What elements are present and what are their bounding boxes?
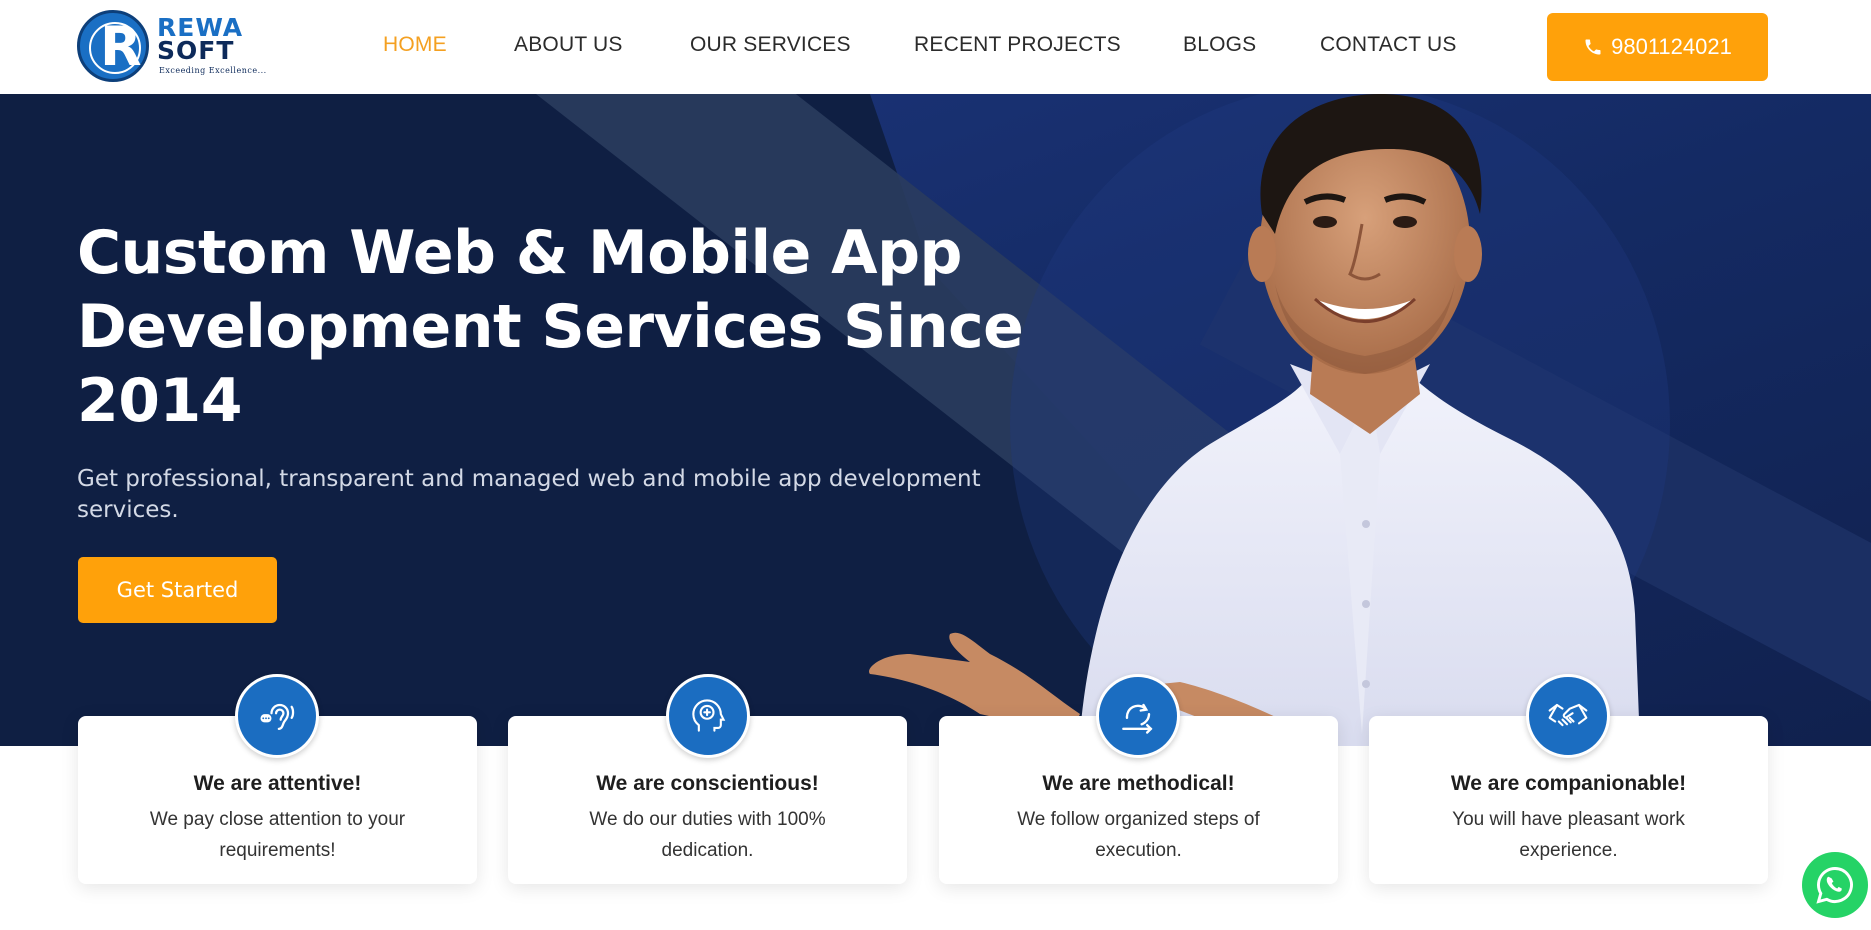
nav-about-us[interactable]: ABOUT US [514, 33, 623, 57]
feature-description: We follow organized steps of execution. [1017, 809, 1260, 861]
phone-icon [1585, 39, 1601, 55]
logo-tagline: Exceeding Excellence... [159, 66, 267, 75]
logo-wordmark: REWA SOFT [157, 15, 243, 65]
nav-home[interactable]: HOME [383, 33, 447, 57]
feature-title: We are conscientious! [596, 772, 819, 795]
rewasoft-logo[interactable]: R REWA SOFT Exceeding Excellence... [77, 10, 277, 82]
logo-letter: R [100, 15, 142, 78]
hero-section: Custom Web & Mobile App Development Serv… [0, 94, 1871, 746]
listening-ear-icon [235, 674, 319, 758]
feature-title: We are methodical! [1042, 772, 1235, 795]
phone-call-button[interactable]: 9801124021 [1547, 13, 1768, 81]
nav-blogs[interactable]: BLOGS [1183, 33, 1256, 57]
nav-recent-projects[interactable]: RECENT PROJECTS [914, 33, 1121, 57]
nav-contact-us[interactable]: CONTACT US [1320, 33, 1457, 57]
brain-head-icon [666, 674, 750, 758]
hero-subtitle: Get professional, transparent and manage… [77, 466, 981, 523]
site-header: R REWA SOFT Exceeding Excellence... HOME… [0, 0, 1871, 94]
process-cycle-icon [1096, 674, 1180, 758]
feature-description: We pay close attention to your requireme… [149, 809, 406, 861]
get-started-button[interactable]: Get Started [78, 557, 277, 623]
handshake-icon [1526, 674, 1610, 758]
feature-description: We do our duties with 100% dedication. [589, 809, 826, 861]
logo-name-line2: SOFT [157, 36, 235, 65]
feature-title: We are companionable! [1450, 772, 1687, 795]
whatsapp-icon [1816, 867, 1853, 904]
logo-emblem: R [77, 10, 149, 82]
nav-our-services[interactable]: OUR SERVICES [690, 33, 851, 57]
phone-number: 9801124021 [1611, 34, 1732, 59]
feature-title: We are attentive! [193, 772, 362, 795]
hero-title: Custom Web & Mobile App Development Serv… [77, 218, 1024, 436]
whatsapp-chat-button[interactable] [1802, 852, 1868, 918]
feature-description: You will have pleasant work experience. [1452, 809, 1685, 861]
